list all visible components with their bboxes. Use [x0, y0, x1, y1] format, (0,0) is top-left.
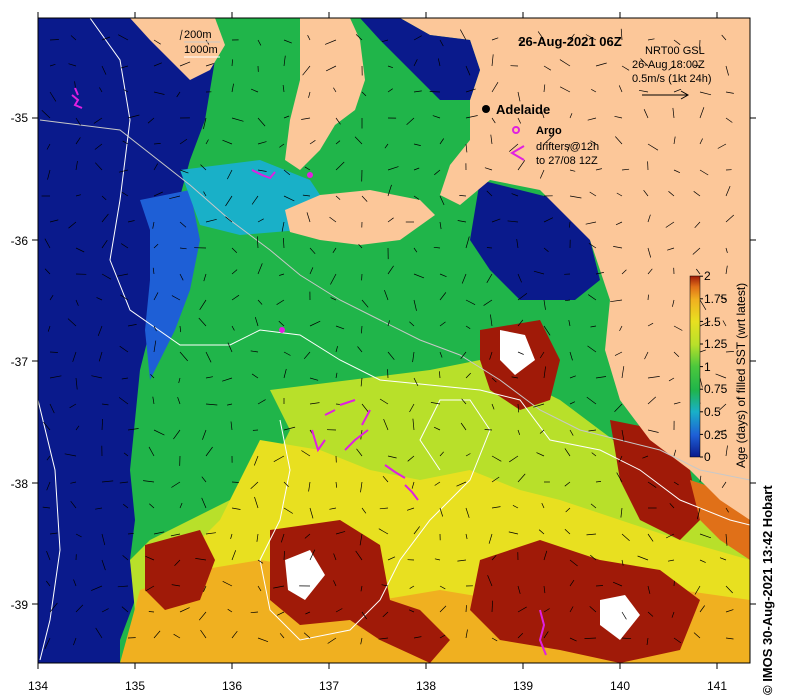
- colorbar-tick: 2: [704, 269, 711, 283]
- x-tick-label: 139: [513, 679, 533, 693]
- current-vector: [595, 585, 604, 587]
- y-axis-labels: -35 -36 -37 -38 -39: [11, 111, 29, 612]
- argo-legend-label: Argo: [536, 125, 562, 137]
- current-vector: [49, 39, 59, 41]
- current-vector: [647, 294, 649, 301]
- current-vector: [387, 369, 389, 379]
- colorbar-tick: 1.25: [704, 337, 728, 351]
- current-vector: [484, 429, 493, 431]
- current-vector: [283, 550, 285, 561]
- drifter-legend-line2: to 27/08 12Z: [536, 155, 598, 167]
- x-tick-label: 137: [319, 679, 339, 693]
- colorbar-tick: 0.5: [704, 405, 721, 419]
- x-tick-label: 134: [28, 679, 48, 693]
- current-vector: [486, 247, 493, 249]
- current-product: NRT00 GSL: [645, 45, 705, 57]
- depth-legend-1000m: 1000m: [184, 44, 218, 56]
- x-axis-labels: 134 135 136 137 138 139 140 141: [28, 679, 727, 693]
- y-tick-label: -36: [11, 234, 29, 248]
- sst-map: 134 135 136 137 138 139 140 141 -35 -36 …: [11, 12, 756, 693]
- current-time: 26-Aug 18:00Z: [632, 59, 705, 71]
- colorbar-tick: 1: [704, 360, 711, 374]
- adelaide-label: Adelaide: [496, 102, 550, 117]
- x-tick-label: 135: [125, 679, 145, 693]
- adelaide-marker: [482, 105, 490, 113]
- colorbar-tick: 1.5: [704, 315, 721, 329]
- drifter-legend-line1: drifters@12h: [536, 141, 599, 153]
- argo-float: [279, 327, 285, 333]
- colorbar-tick: 0.75: [704, 382, 728, 396]
- x-tick-label: 138: [416, 679, 436, 693]
- y-tick-label: -38: [11, 477, 29, 491]
- current-scale: 0.5m/s (1kt 24h): [632, 73, 711, 85]
- colorbar-tick: 0: [704, 450, 711, 464]
- y-tick-label: -37: [11, 355, 29, 369]
- current-vector: [231, 481, 239, 483]
- x-tick-label: 141: [707, 679, 727, 693]
- y-tick-label: -35: [11, 111, 29, 125]
- x-tick-label: 140: [610, 679, 630, 693]
- colorbar-gradient: [689, 275, 701, 458]
- current-vector: [148, 611, 155, 613]
- current-vector: [49, 351, 58, 353]
- colorbar-tick: 0.25: [704, 428, 728, 442]
- current-vector: [465, 605, 467, 613]
- current-vector: [429, 91, 441, 93]
- map-area: [38, 18, 750, 663]
- depth-legend-200m: 200m: [184, 29, 212, 41]
- argo-float: [307, 172, 313, 178]
- colorbar-tick: 1.75: [704, 292, 728, 306]
- map-title: 26-Aug-2021 06Z: [518, 34, 621, 49]
- y-tick-label: -39: [11, 598, 29, 612]
- x-tick-label: 136: [222, 679, 242, 693]
